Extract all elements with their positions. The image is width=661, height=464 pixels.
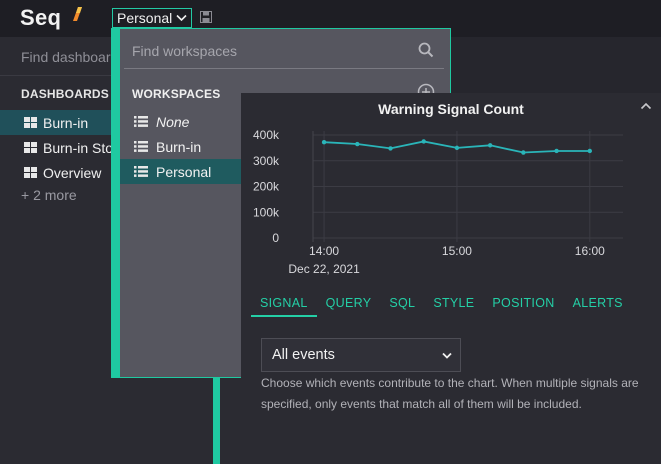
find-workspaces-input[interactable]: Find workspaces (132, 43, 237, 59)
save-icon[interactable] (200, 11, 212, 23)
tab-alerts[interactable]: ALERTS (564, 295, 632, 315)
list-icon (134, 166, 148, 177)
workspace-item-label: None (156, 113, 190, 130)
tab-signal[interactable]: SIGNAL (251, 295, 317, 317)
data-point (421, 139, 426, 144)
x-tick-label: 16:00 (575, 244, 605, 258)
dashboards-heading: DASHBOARDS (21, 87, 110, 101)
search-icon[interactable] (418, 42, 434, 58)
chart-panel: Warning Signal Count 0 100k 200k 300k 400k 14… (241, 93, 661, 464)
dropdown-accent-strip (112, 29, 120, 377)
sidebar-item-label: Burn-in (43, 114, 89, 131)
y-tick-label: 100k (253, 205, 280, 219)
workspace-selector-label: Personal (117, 10, 173, 26)
data-point (521, 150, 526, 155)
tab-query[interactable]: QUERY (317, 295, 381, 315)
dropdown-search-underline (124, 68, 444, 69)
list-icon (134, 116, 148, 127)
chevron-down-icon (176, 14, 187, 22)
dashboard-grid-icon (24, 117, 37, 128)
data-point (587, 148, 592, 154)
y-tick-label: 400k (253, 128, 280, 142)
x-tick-label: 15:00 (442, 244, 472, 258)
y-tick-label: 0 (272, 231, 279, 245)
tab-sql[interactable]: SQL (380, 295, 424, 315)
workspaces-heading: WORKSPACES (132, 87, 221, 101)
dashboard-grid-icon (24, 142, 37, 153)
tab-style[interactable]: STYLE (424, 295, 483, 315)
workspace-selector-button[interactable]: Personal (112, 8, 193, 28)
data-point (355, 141, 360, 147)
sidebar-item-label: Overview (43, 164, 102, 181)
warning-signal-line-chart: 0 100k 200k 300k 400k 14:00 15:00 16:00 Dec 22, … (253, 128, 623, 276)
data-point (388, 146, 393, 151)
signal-help-text: Choose which events contribute to the ch… (261, 376, 639, 411)
app-logo[interactable]: Seq (20, 5, 61, 31)
signal-select-value: All events (272, 347, 335, 363)
panel-tabs: SIGNAL QUERY SQL STYLE POSITION ALERTS (251, 295, 632, 317)
dashboard-grid-icon (24, 167, 37, 178)
accent-bar (213, 375, 220, 464)
x-tick-label: 14:00 (309, 244, 339, 258)
data-point (454, 145, 460, 151)
y-tick-label: 300k (253, 154, 280, 168)
workspace-item-label: Personal (156, 163, 212, 180)
find-dashboards-input[interactable]: Find dashboards (21, 49, 125, 65)
logo-mark-icon (73, 7, 82, 21)
list-icon (134, 141, 148, 152)
data-point (321, 140, 327, 145)
tab-position[interactable]: POSITION (483, 295, 563, 315)
x-date-label: Dec 22, 2021 (288, 262, 360, 276)
more-dashboards-link[interactable]: + 2 more (21, 187, 77, 203)
chevron-down-icon (442, 352, 452, 359)
signal-select[interactable]: All events (261, 338, 461, 372)
data-point (554, 148, 559, 154)
workspace-item-label: Burn-in (156, 138, 202, 155)
data-point (487, 143, 493, 148)
y-tick-label: 200k (253, 180, 280, 194)
